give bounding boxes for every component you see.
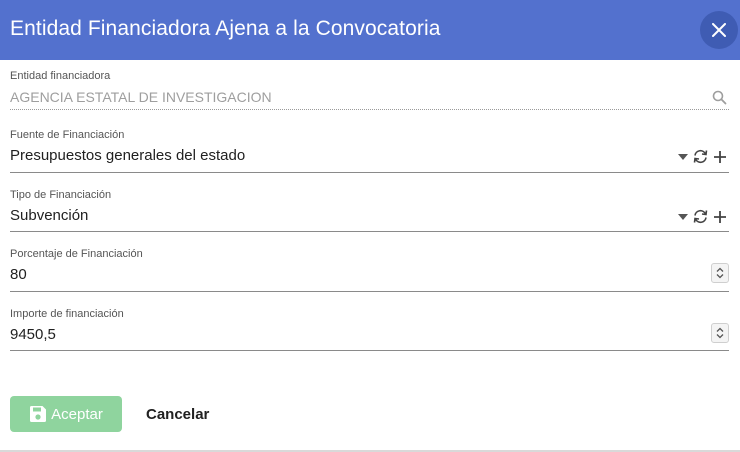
entidad-financiadora-field: Entidad financiadora AGENCIA ESTATAL DE …	[10, 70, 729, 110]
importe-financiacion-field[interactable]: Importe de financiación 9450,5	[10, 308, 729, 352]
tipo-financiacion-select[interactable]: Subvención	[10, 207, 88, 224]
porcentaje-stepper[interactable]	[711, 263, 729, 283]
dialog-header: Entidad Financiadora Ajena a la Convocat…	[0, 0, 740, 60]
fuente-financiacion-field[interactable]: Fuente de Financiación Presupuestos gene…	[10, 129, 729, 173]
add-icon[interactable]	[713, 150, 727, 164]
fuente-financiacion-label: Fuente de Financiación	[10, 129, 125, 141]
porcentaje-financiacion-underline	[10, 291, 729, 292]
importe-stepper[interactable]	[711, 323, 729, 343]
accept-button[interactable]: Aceptar	[10, 396, 122, 432]
importe-financiacion-label: Importe de financiación	[10, 308, 124, 320]
entidad-financiadora-label: Entidad financiadora	[10, 70, 111, 82]
importe-financiacion-underline	[10, 350, 729, 351]
accept-button-label: Aceptar	[51, 405, 103, 423]
porcentaje-financiacion-label: Porcentaje de Financiación	[10, 248, 143, 260]
dropdown-arrow-icon[interactable]	[678, 213, 688, 220]
entidad-financiadora-underline	[10, 109, 729, 110]
porcentaje-financiacion-field[interactable]: Porcentaje de Financiación 80	[10, 248, 729, 292]
fuente-financiacion-select[interactable]: Presupuestos generales del estado	[10, 147, 245, 164]
tipo-financiacion-underline	[10, 231, 729, 232]
refresh-icon[interactable]	[692, 149, 709, 164]
close-button[interactable]	[700, 11, 738, 49]
importe-financiacion-input[interactable]: 9450,5	[10, 326, 56, 343]
dropdown-arrow-icon[interactable]	[678, 153, 688, 160]
tipo-financiacion-field[interactable]: Tipo de Financiación Subvención	[10, 189, 729, 233]
tipo-financiacion-label: Tipo de Financiación	[10, 189, 112, 201]
porcentaje-financiacion-input[interactable]: 80	[10, 266, 27, 283]
dialog-title: Entidad Financiadora Ajena a la Convocat…	[10, 17, 441, 40]
refresh-icon[interactable]	[692, 209, 709, 224]
dialog: Entidad Financiadora Ajena a la Convocat…	[0, 0, 740, 452]
cancel-button[interactable]: Cancelar	[138, 396, 217, 432]
save-icon	[30, 406, 47, 422]
close-icon	[712, 23, 726, 37]
fuente-financiacion-underline	[10, 172, 729, 173]
stepper-icon	[716, 327, 724, 339]
search-icon[interactable]	[712, 90, 727, 105]
entidad-financiadora-value: AGENCIA ESTATAL DE INVESTIGACION	[10, 89, 272, 105]
stepper-icon	[716, 267, 724, 279]
add-icon[interactable]	[713, 210, 727, 224]
